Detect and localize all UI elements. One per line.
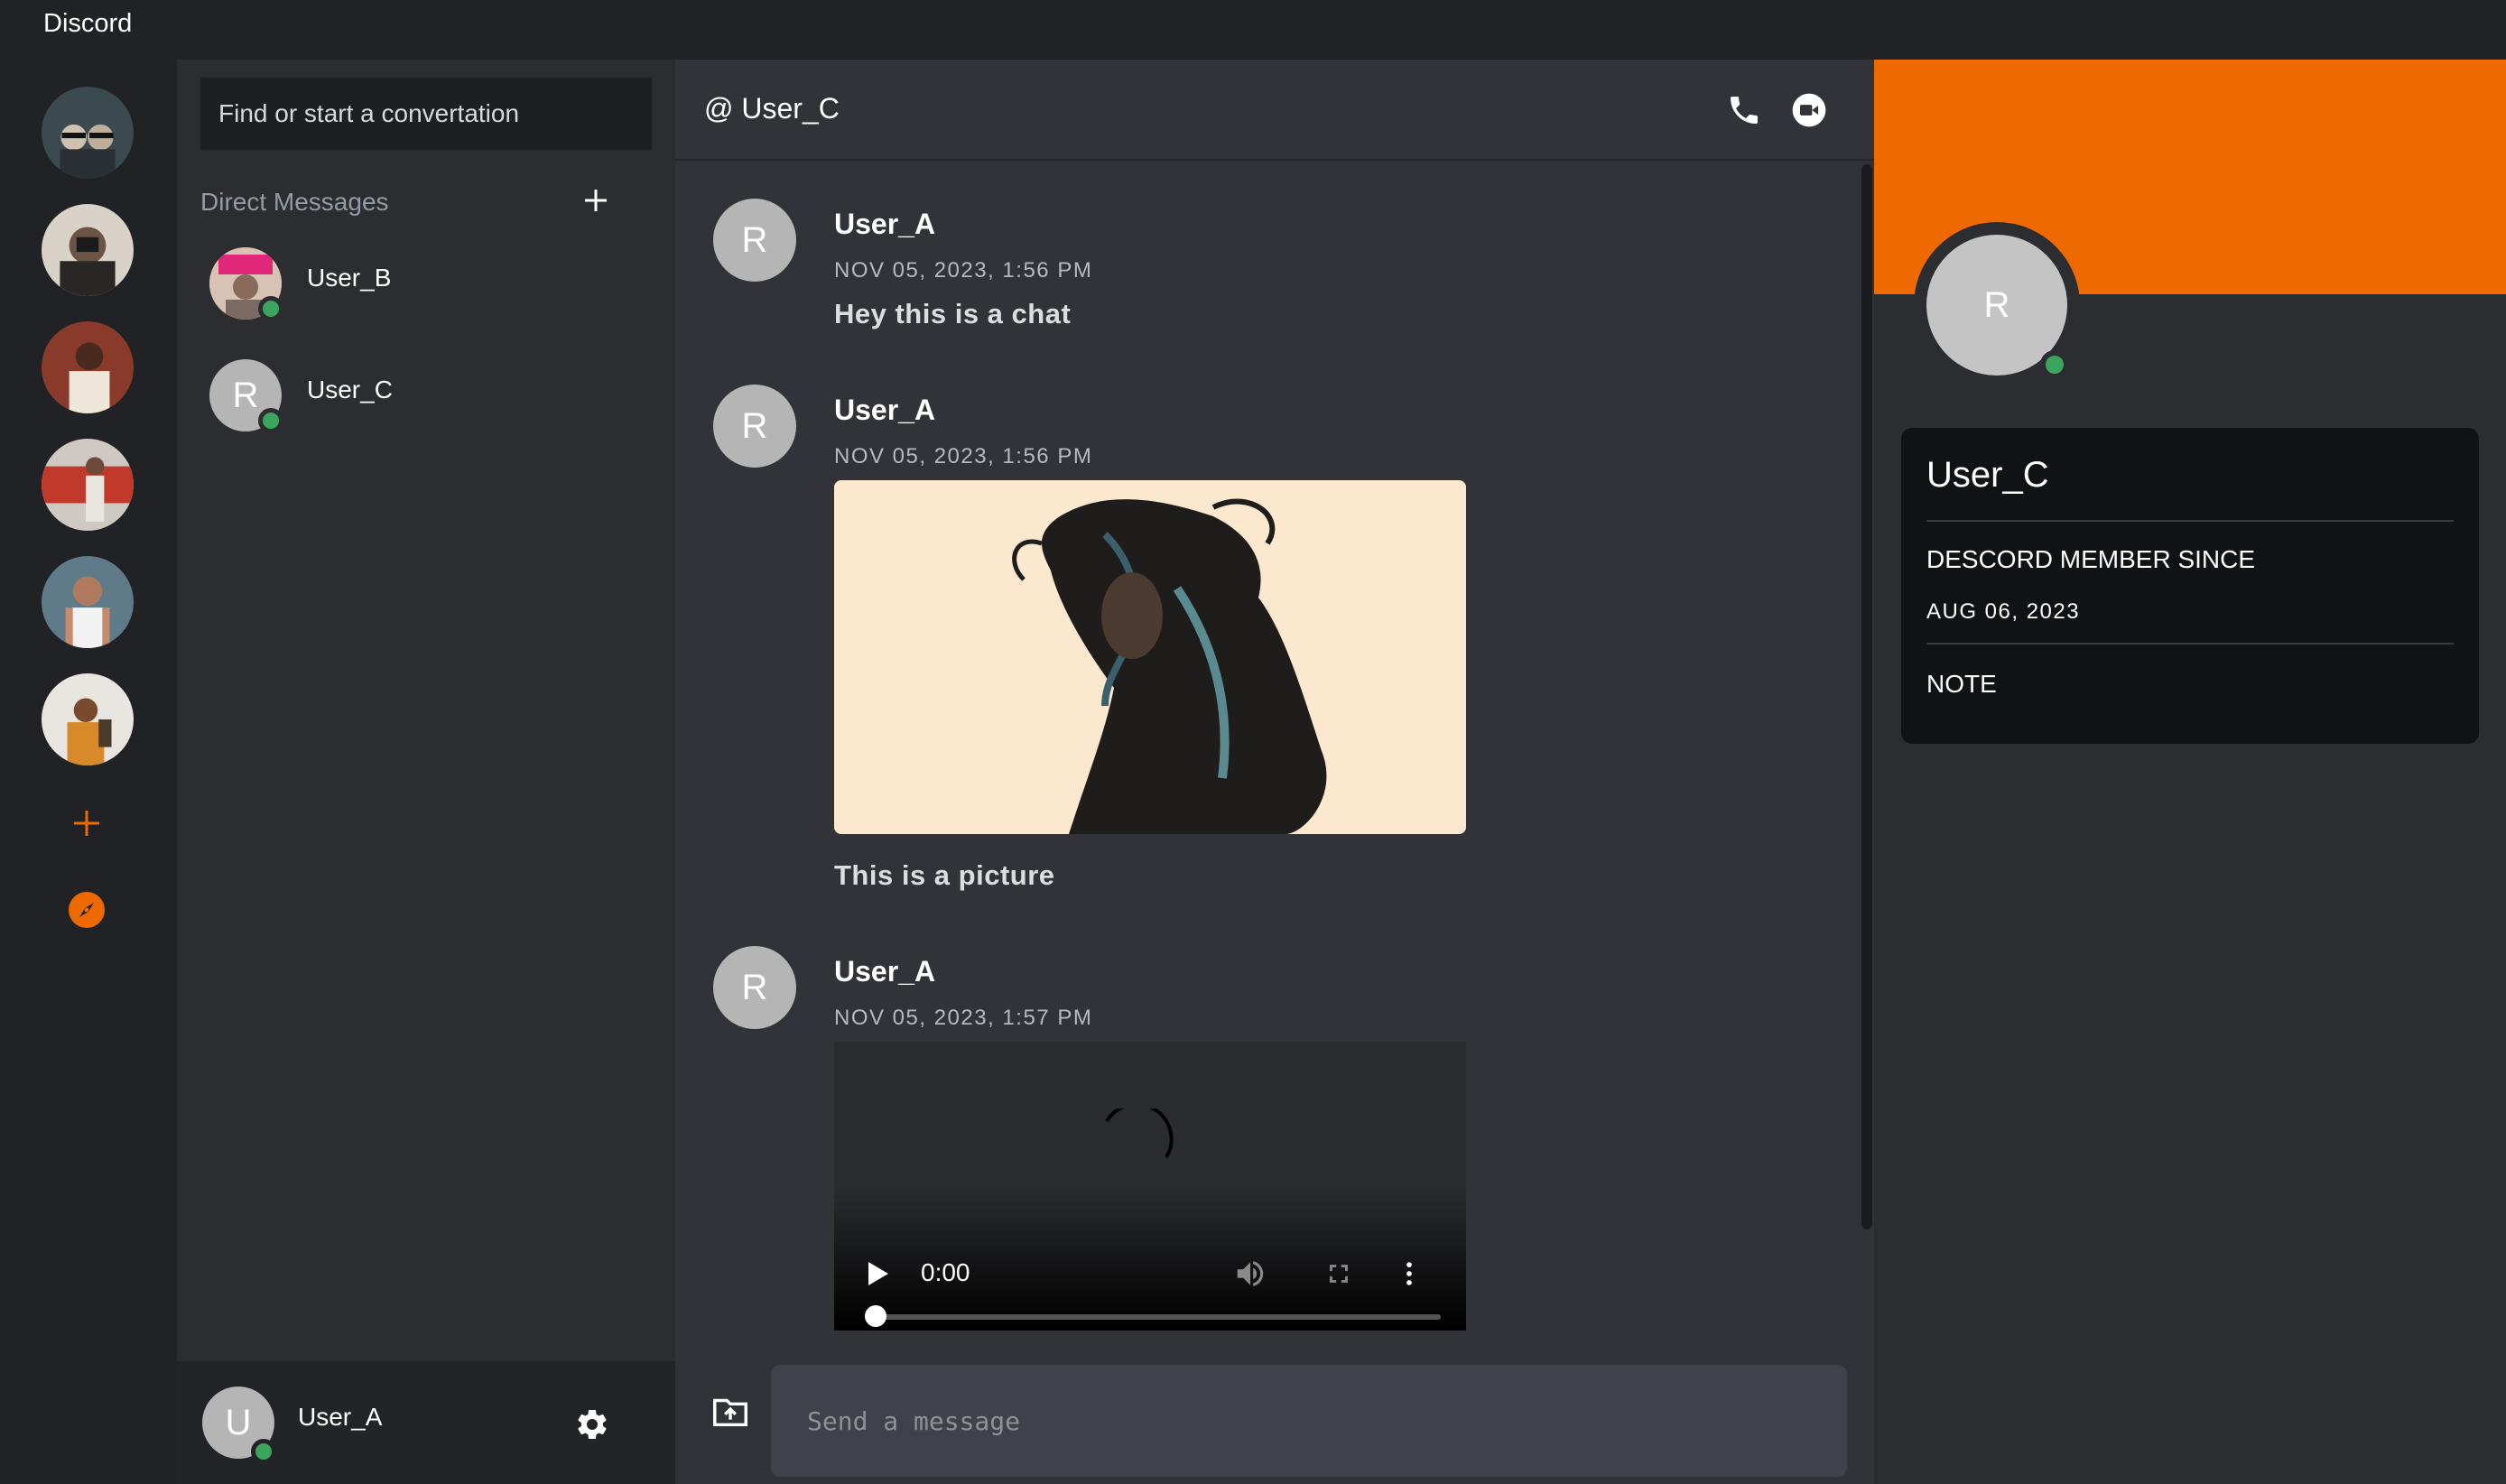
- dm-item-label: User_C: [307, 376, 393, 403]
- message-item: R User_A NOV 05, 2023, 1:56 PM Hey this …: [713, 199, 1796, 361]
- fullscreen-icon[interactable]: [1323, 1258, 1354, 1289]
- chat-title: @ User_C: [704, 92, 840, 125]
- more-options-icon[interactable]: [1394, 1258, 1425, 1289]
- server-icon-5[interactable]: [42, 556, 134, 648]
- message-avatar[interactable]: R: [713, 946, 796, 1029]
- message-timestamp: NOV 05, 2023, 1:57 PM: [834, 1006, 1093, 1030]
- server-icon-4[interactable]: [42, 439, 134, 531]
- online-status-dot: [2040, 350, 2069, 379]
- video-seek-bar[interactable]: [872, 1314, 1441, 1320]
- chat-header: @ User_C: [675, 60, 1874, 161]
- direct-messages-header: Direct Messages: [200, 188, 389, 216]
- video-seek-handle[interactable]: [865, 1305, 886, 1327]
- search-input[interactable]: [200, 78, 652, 150]
- online-status-dot: [251, 1439, 276, 1464]
- server-icon-3[interactable]: [42, 321, 134, 413]
- message-author[interactable]: User_A: [834, 394, 935, 427]
- server-icon-2[interactable]: [42, 204, 134, 296]
- message-text: This is a picture: [834, 859, 1055, 891]
- message-image[interactable]: [834, 480, 1466, 834]
- volume-icon[interactable]: [1233, 1257, 1267, 1291]
- profile-username: User_C: [1926, 455, 2049, 495]
- direct-messages-panel: Direct Messages User_B R User_C: [177, 60, 675, 1484]
- member-since-date: AUG 06, 2023: [1926, 599, 2081, 624]
- message-author[interactable]: User_A: [834, 208, 935, 241]
- app-title: Discord: [43, 9, 133, 38]
- message-timestamp: NOV 05, 2023, 1:56 PM: [834, 444, 1093, 468]
- chat-scrollbar[interactable]: [1861, 164, 1872, 1229]
- video-call-icon[interactable]: [1791, 92, 1827, 128]
- upload-file-icon[interactable]: [710, 1390, 751, 1432]
- user-panel: U User_A: [177, 1361, 675, 1484]
- self-username: User_A: [298, 1403, 383, 1431]
- add-server-icon[interactable]: [67, 803, 107, 843]
- settings-gear-icon[interactable]: [574, 1406, 610, 1442]
- server-icon-1[interactable]: [42, 87, 134, 179]
- loading-spinner-icon: [1105, 1108, 1174, 1159]
- online-status-dot: [258, 408, 283, 433]
- message-author[interactable]: User_A: [834, 955, 935, 988]
- server-rail: [0, 60, 177, 1484]
- message-avatar[interactable]: R: [713, 385, 796, 468]
- server-icon-6[interactable]: [42, 673, 134, 765]
- dm-item-user-b[interactable]: User_B: [209, 247, 643, 329]
- divider: [1926, 520, 2454, 522]
- add-dm-icon[interactable]: [578, 182, 614, 218]
- video-player[interactable]: 0:00: [834, 1042, 1466, 1331]
- message-item: R User_A NOV 05, 2023, 1:57 PM 0:00: [713, 946, 1796, 1343]
- message-avatar[interactable]: R: [713, 199, 796, 282]
- member-since-label: DESCORD MEMBER SINCE: [1926, 545, 2256, 573]
- chat-panel: @ User_C R User_A NOV 05, 2023, 1:56 PM …: [675, 60, 1874, 1484]
- title-bar: Discord: [0, 0, 2506, 60]
- dm-item-user-c[interactable]: R User_C: [209, 359, 643, 441]
- online-status-dot: [258, 296, 283, 321]
- dm-item-label: User_B: [307, 264, 392, 292]
- play-icon[interactable]: [865, 1260, 890, 1287]
- profile-card: User_C DESCORD MEMBER SINCE AUG 06, 2023…: [1901, 428, 2479, 744]
- phone-call-icon[interactable]: [1726, 92, 1762, 128]
- message-item: R User_A NOV 05, 2023, 1:56 PM This is a…: [713, 385, 1796, 926]
- message-input[interactable]: [771, 1365, 1847, 1477]
- message-text: Hey this is a chat: [834, 298, 1072, 329]
- note-label: NOTE: [1926, 670, 1997, 698]
- user-profile-panel: R User_C DESCORD MEMBER SINCE AUG 06, 20…: [1874, 60, 2506, 1484]
- explore-compass-icon[interactable]: [67, 890, 107, 930]
- divider: [1926, 643, 2454, 645]
- message-composer: [675, 1347, 1874, 1484]
- message-timestamp: NOV 05, 2023, 1:56 PM: [834, 258, 1093, 283]
- video-time: 0:00: [921, 1258, 970, 1286]
